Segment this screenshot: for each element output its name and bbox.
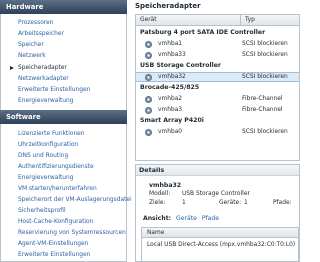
nav-netzwerk[interactable]: Netzwerk	[1, 51, 126, 61]
paths-label: Pfade:	[273, 200, 292, 206]
device-name: vmhba2	[158, 96, 183, 102]
view-devices-link[interactable]: Geräte	[176, 215, 197, 222]
devices-label: Geräte:	[219, 200, 242, 206]
nav-sicherheitsprofil[interactable]: Sicherheitsprofil	[1, 206, 126, 216]
nav-erweiterte-einstellungen-hw[interactable]: Erweiterte Einstellungen	[1, 85, 126, 95]
nav-energieverwaltung-hw[interactable]: Energieverwaltung	[1, 96, 126, 106]
storage-adapter-icon	[145, 51, 152, 59]
nav-energieverwaltung-sw[interactable]: Energieverwaltung	[1, 173, 126, 183]
page-title: Speicheradapter	[135, 2, 201, 10]
device-type: SCSI blockieren	[242, 129, 288, 135]
selected-arrow-icon	[10, 66, 14, 70]
table-row[interactable]: vmhba3 Fibre-Channel	[136, 105, 299, 115]
device-type: SCSI blockieren	[242, 74, 288, 80]
controller-row[interactable]: Smart Array P420i	[140, 116, 204, 126]
details-title: Details	[136, 165, 299, 176]
nav-erweiterte-einstellungen-sw[interactable]: Erweiterte Einstellungen	[1, 250, 126, 260]
model-label: Modell:	[149, 191, 171, 197]
device-type: Fibre-Channel	[242, 107, 283, 113]
controller-row[interactable]: Brocade-425/825	[140, 83, 199, 93]
device-name: vmhba32	[158, 74, 186, 80]
left-panel: Hardware Prozessoren Arbeitsspeicher Spe…	[0, 0, 132, 262]
table-row[interactable]: vmhba2 Fibre-Channel	[136, 94, 299, 104]
right-panel: Speicheradapter Gerät Typ Patsburg 4 por…	[131, 0, 300, 262]
storage-adapter-icon	[145, 73, 152, 81]
software-header[interactable]: Software	[0, 110, 127, 124]
nav-host-cache[interactable]: Host-Cache-Konfiguration	[1, 217, 126, 227]
path-row-name[interactable]: Local USB Direct-Access (mpx.vmhba32:C0:…	[147, 242, 295, 248]
device-type: Fibre-Channel	[242, 96, 283, 102]
nav-netzwerkadapter[interactable]: Netzwerkadapter	[1, 74, 126, 84]
nav-speicher[interactable]: Speicher	[1, 40, 126, 50]
nav-vm-auslagerungsdatei[interactable]: Speicherort der VM-Auslagerungsdatei	[1, 195, 132, 205]
details-panel: Details vmhba32 Modell: USB Storage Cont…	[135, 164, 300, 262]
adapter-table: Gerät Typ Patsburg 4 port SATA IDE Contr…	[135, 14, 300, 161]
column-header-type[interactable]: Typ	[241, 15, 299, 26]
storage-adapter-icon	[145, 95, 152, 103]
nav-authentifizierungsdienste[interactable]: Authentifizierungsdienste	[1, 162, 126, 172]
targets-label: Ziele:	[149, 200, 166, 206]
device-name: vmhba33	[158, 52, 186, 58]
table-row-selected[interactable]: vmhba32 SCSI blockieren	[136, 72, 299, 82]
view-switcher: Ansicht: Geräte Pfade	[143, 215, 219, 222]
device-name: vmhba3	[158, 107, 183, 113]
table-row[interactable]: vmhba1 SCSI blockieren	[136, 39, 299, 49]
storage-adapter-icon	[145, 128, 152, 136]
device-type: SCSI blockieren	[242, 41, 288, 47]
table-row[interactable]: vmhba0 SCSI blockieren	[136, 127, 299, 137]
nav-lizenzierte-funktionen[interactable]: Lizenzierte Funktionen	[1, 129, 126, 139]
nav-prozessoren[interactable]: Prozessoren	[1, 18, 126, 28]
table-row[interactable]: vmhba33 SCSI blockieren	[136, 50, 299, 60]
nav-speicheradapter-label: Speicheradapter	[18, 65, 67, 71]
device-type: SCSI blockieren	[242, 52, 288, 58]
column-header-name[interactable]: Name	[142, 228, 298, 238]
column-header-device[interactable]: Gerät	[136, 15, 241, 26]
device-name: vmhba1	[158, 41, 183, 47]
hardware-list: Prozessoren Arbeitsspeicher Speicher Net…	[0, 14, 127, 118]
devices-value: 1	[244, 200, 248, 206]
paths-table: Name Local USB Direct-Access (mpx.vmhba3…	[141, 227, 299, 261]
nav-speicheradapter-selected[interactable]: Speicheradapter	[1, 63, 126, 73]
model-value: USB Storage Controller	[182, 191, 250, 197]
storage-adapter-icon	[145, 40, 152, 48]
storage-adapter-icon	[145, 106, 152, 114]
nav-arbeitsspeicher[interactable]: Arbeitsspeicher	[1, 29, 126, 39]
nav-systemressourcen[interactable]: Reservierung von Systemressourcen	[1, 228, 126, 238]
view-paths-link[interactable]: Pfade	[202, 215, 219, 222]
view-label: Ansicht:	[143, 215, 172, 222]
details-device-name: vmhba32	[149, 182, 182, 189]
nav-uhrzeitkonfiguration[interactable]: Uhrzeitkonfiguration	[1, 140, 126, 150]
device-name: vmhba0	[158, 129, 183, 135]
software-list: Lizenzierte Funktionen Uhrzeitkonfigurat…	[0, 124, 132, 262]
hardware-header[interactable]: Hardware	[0, 0, 127, 14]
nav-agent-vm[interactable]: Agent-VM-Einstellungen	[1, 239, 126, 249]
nav-vm-starten[interactable]: VM starten/herunterfahren	[1, 184, 126, 194]
controller-row[interactable]: Patsburg 4 port SATA IDE Controller	[140, 28, 265, 38]
controller-row[interactable]: USB Storage Controller	[140, 61, 221, 71]
nav-dns-routing[interactable]: DNS und Routing	[1, 151, 126, 161]
targets-value: 1	[182, 200, 186, 206]
